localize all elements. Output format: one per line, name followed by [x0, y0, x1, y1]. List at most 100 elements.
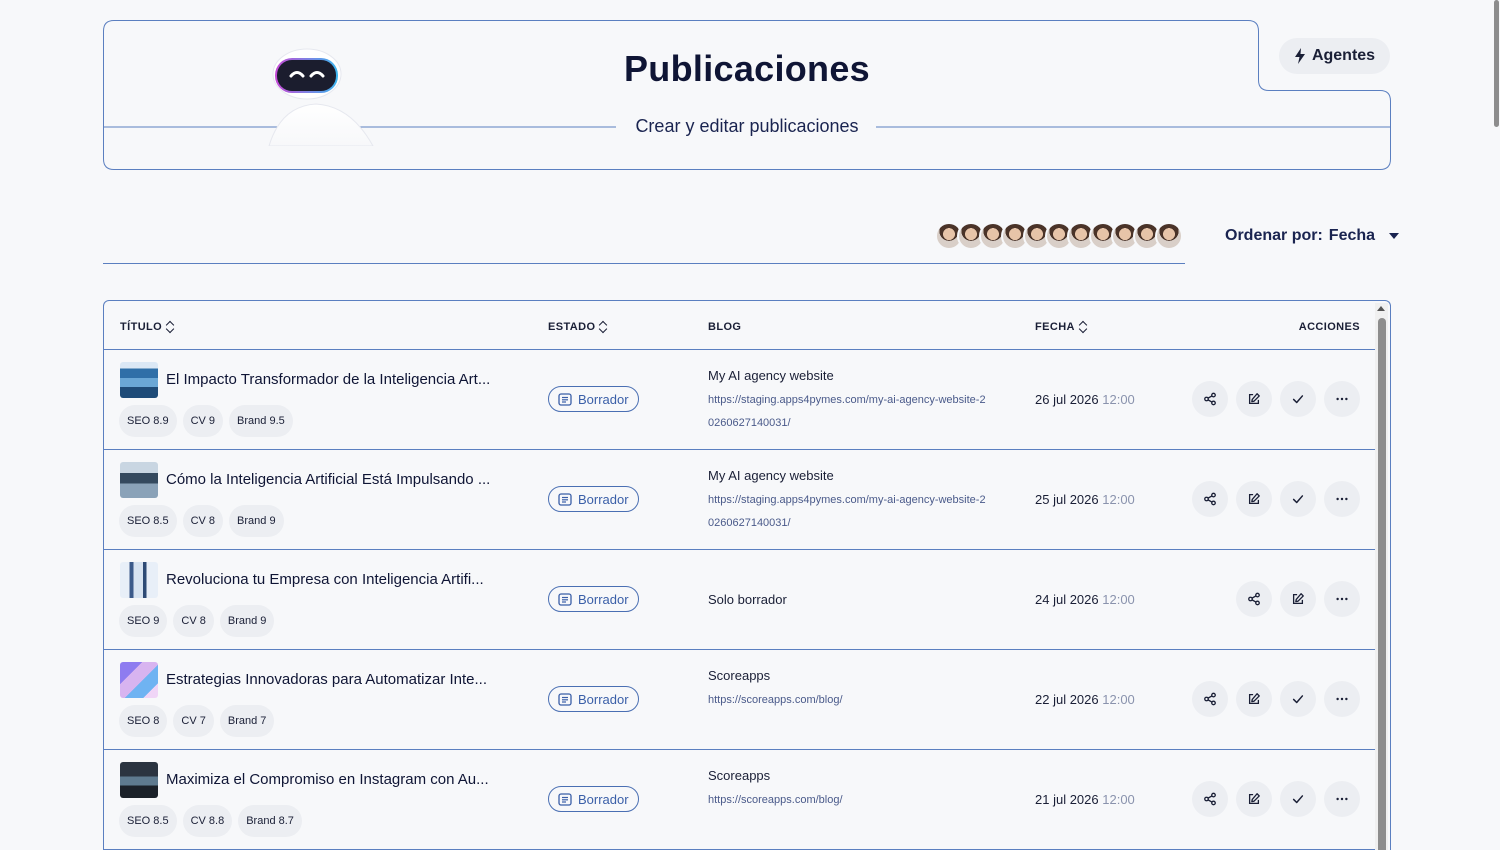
share-icon [1203, 692, 1217, 706]
column-title[interactable]: TÍTULO [120, 321, 174, 333]
column-title-label: TÍTULO [120, 321, 163, 333]
post-date: 22 jul 2026 12:00 [1035, 692, 1135, 707]
post-title[interactable]: El Impacto Transformador de la Inteligen… [166, 371, 521, 388]
document-icon [558, 592, 572, 606]
score-chips: SEO 9 CV 8 Brand 9 [119, 605, 275, 637]
row-actions [1192, 381, 1360, 417]
more-icon [1335, 692, 1349, 706]
post-thumbnail[interactable] [120, 462, 158, 498]
scroll-up-arrow-icon[interactable] [1377, 306, 1385, 311]
post-title[interactable]: Revoluciona tu Empresa con Inteligencia … [166, 571, 521, 588]
edit-button[interactable] [1236, 481, 1272, 517]
table-row[interactable]: Revoluciona tu Empresa con Inteligencia … [104, 550, 1376, 650]
score-chip: CV 7 [173, 705, 214, 737]
share-icon [1203, 392, 1217, 406]
post-thumbnail[interactable] [120, 562, 158, 598]
score-chip: CV 9 [182, 405, 224, 437]
more-button[interactable] [1324, 581, 1360, 617]
score-chip: CV 8 [173, 605, 214, 637]
status-badge[interactable]: Borrador [548, 786, 639, 812]
score-chip: SEO 9 [119, 605, 168, 637]
status-badge[interactable]: Borrador [548, 586, 639, 612]
post-date-time: 12:00 [1102, 692, 1135, 707]
bolt-icon [1294, 48, 1305, 64]
sort-value: Fecha [1328, 227, 1376, 244]
sort-label: Ordenar por: [1225, 227, 1323, 244]
column-date-label: FECHA [1035, 321, 1075, 333]
table-row[interactable]: Maximiza el Compromiso en Instagram con … [104, 750, 1376, 850]
share-button[interactable] [1192, 481, 1228, 517]
share-button[interactable] [1192, 381, 1228, 417]
publish-button[interactable] [1280, 481, 1316, 517]
status-label: Borrador [578, 491, 629, 507]
row-actions [1236, 581, 1360, 617]
publish-button[interactable] [1280, 381, 1316, 417]
column-actions-label: ACCIONES [1298, 321, 1360, 333]
post-thumbnail[interactable] [120, 662, 158, 698]
publish-button[interactable] [1280, 781, 1316, 817]
post-date-day: 26 jul 2026 [1035, 392, 1099, 407]
blog-name: Scoreapps [708, 768, 771, 783]
page-subtitle: Crear y editar publicaciones [103, 116, 1391, 137]
page-subtitle-text: Crear y editar publicaciones [619, 116, 875, 136]
blog-url-link[interactable]: https://staging.apps4pymes.com/my-ai-age… [708, 389, 988, 435]
page-scrollbar-thumb[interactable] [1494, 0, 1499, 127]
post-date-time: 12:00 [1102, 792, 1135, 807]
edit-button[interactable] [1236, 781, 1272, 817]
edit-button[interactable] [1236, 681, 1272, 717]
post-date: 24 jul 2026 12:00 [1035, 592, 1135, 607]
sort-dropdown[interactable]: Ordenar por: Fecha [1225, 227, 1400, 245]
share-button[interactable] [1236, 581, 1272, 617]
post-thumbnail[interactable] [120, 362, 158, 398]
avatar[interactable] [1155, 222, 1183, 250]
edit-icon [1247, 392, 1261, 406]
more-button[interactable] [1324, 681, 1360, 717]
chevron-down-icon [1389, 233, 1400, 239]
status-label: Borrador [578, 791, 629, 807]
post-title[interactable]: Cómo la Inteligencia Artificial Está Imp… [166, 471, 521, 488]
post-title[interactable]: Estrategias Innovadoras para Automatizar… [166, 671, 521, 688]
status-badge[interactable]: Borrador [548, 386, 639, 412]
more-button[interactable] [1324, 781, 1360, 817]
score-chip: CV 8.8 [182, 805, 233, 837]
status-badge[interactable]: Borrador [548, 686, 639, 712]
page-title: Publicaciones [624, 48, 870, 89]
table-row[interactable]: Cómo la Inteligencia Artificial Está Imp… [104, 450, 1376, 550]
more-button[interactable] [1324, 481, 1360, 517]
status-badge[interactable]: Borrador [548, 486, 639, 512]
share-button[interactable] [1192, 681, 1228, 717]
share-button[interactable] [1192, 781, 1228, 817]
score-chip: Brand 8.7 [238, 805, 302, 837]
post-thumbnail[interactable] [120, 762, 158, 798]
blog-name: Solo borrador [708, 592, 787, 607]
blog-url-link[interactable]: https://scoreapps.com/blog/ [708, 789, 988, 812]
column-status-label: ESTADO [548, 321, 596, 333]
column-status[interactable]: ESTADO [548, 321, 607, 333]
column-date[interactable]: FECHA [1035, 321, 1087, 333]
sort-arrows-icon [166, 321, 174, 333]
edit-icon [1247, 792, 1261, 806]
table-row[interactable]: El Impacto Transformador de la Inteligen… [104, 350, 1376, 450]
blog-url-link[interactable]: https://staging.apps4pymes.com/my-ai-age… [708, 489, 988, 535]
page-header: Publicaciones Crear y editar publicacion… [103, 20, 1391, 170]
edit-button[interactable] [1236, 381, 1272, 417]
more-button[interactable] [1324, 381, 1360, 417]
column-blog: BLOG [708, 321, 741, 333]
table-scrollbar-thumb[interactable] [1378, 318, 1386, 850]
status-label: Borrador [578, 591, 629, 607]
edit-button[interactable] [1280, 581, 1316, 617]
collaborator-avatars[interactable] [935, 222, 1183, 250]
blog-url-link[interactable]: https://scoreapps.com/blog/ [708, 689, 988, 712]
more-icon [1335, 392, 1349, 406]
score-chip: SEO 8.5 [119, 805, 177, 837]
table-row[interactable]: Estrategias Innovadoras para Automatizar… [104, 650, 1376, 750]
score-chips: SEO 8.5 CV 8.8 Brand 8.7 [119, 805, 302, 837]
status-label: Borrador [578, 391, 629, 407]
sort-arrows-icon [1079, 321, 1087, 333]
column-actions: ACCIONES [1299, 321, 1360, 333]
agents-button[interactable]: Agentes [1279, 38, 1390, 74]
post-title[interactable]: Maximiza el Compromiso en Instagram con … [166, 771, 521, 788]
share-icon [1247, 592, 1261, 606]
blog-name: Scoreapps [708, 668, 771, 683]
publish-button[interactable] [1280, 681, 1316, 717]
